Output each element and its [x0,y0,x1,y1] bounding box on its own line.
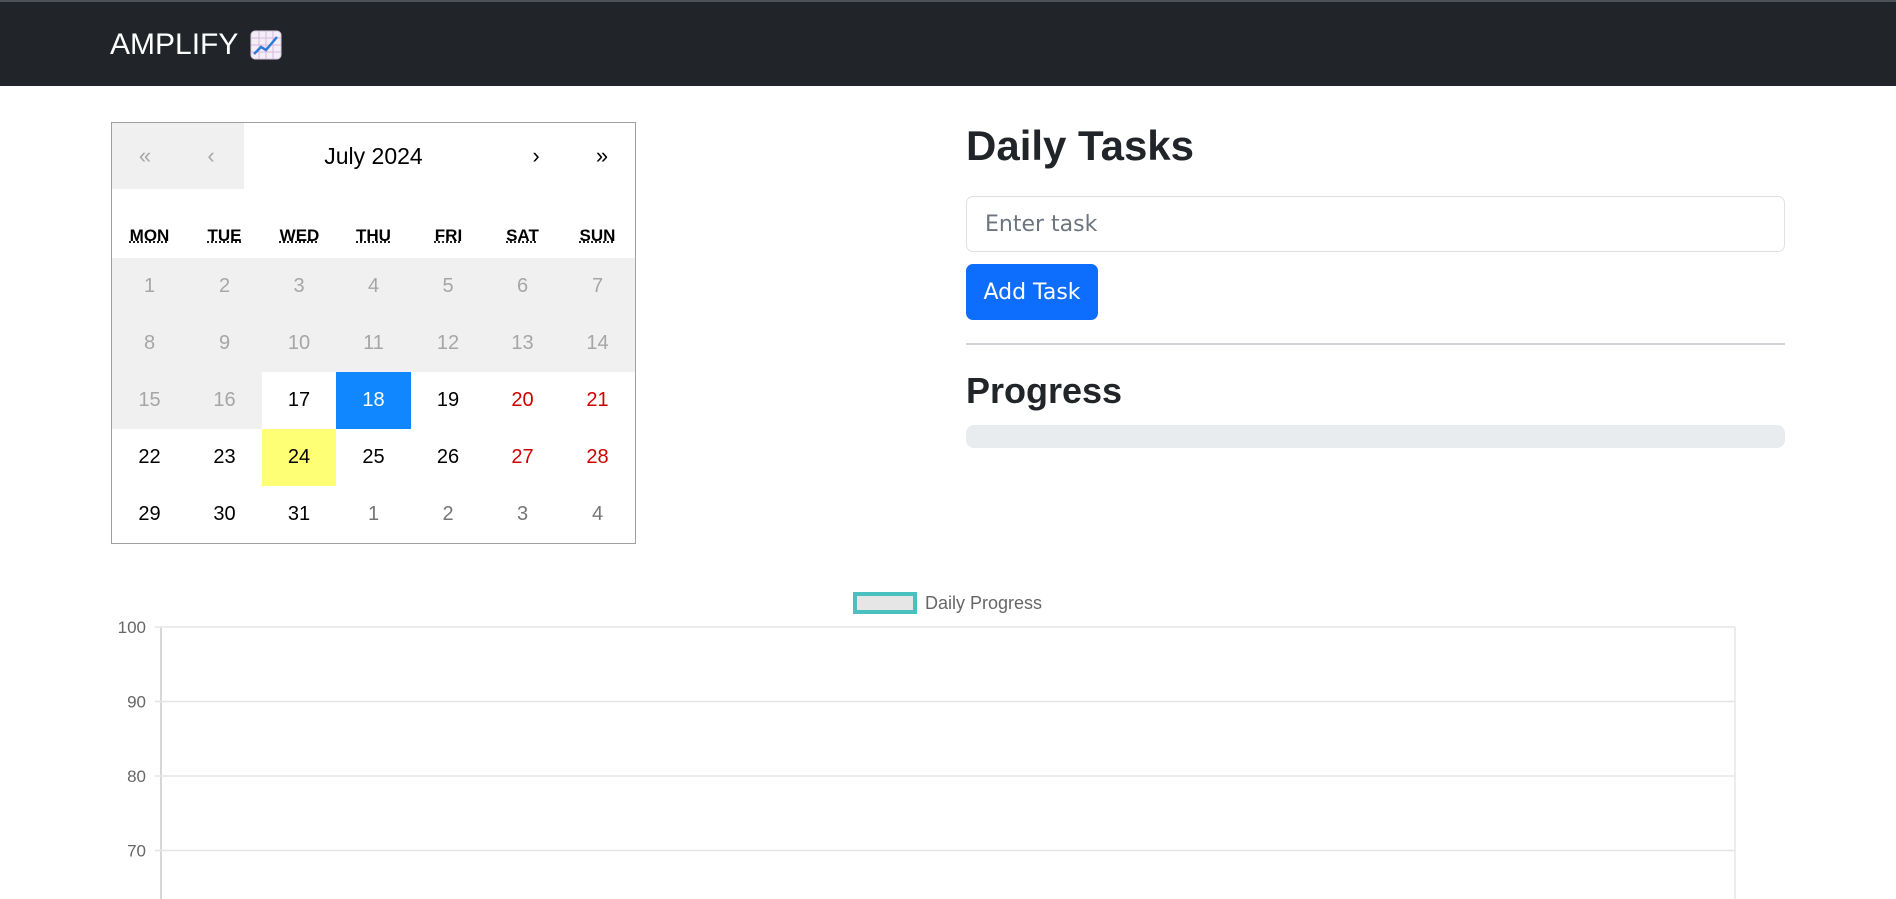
calendar-day[interactable]: 3 [485,486,560,543]
calendar-day[interactable]: 19 [411,372,485,429]
divider [966,343,1785,345]
calendar-day[interactable]: 22 [112,429,187,486]
calendar-navigation: « ‹ July 2024 › » [112,123,635,189]
weekday-sun: SUN [579,226,616,245]
calendar-day[interactable]: 13 [485,315,560,372]
calendar-day[interactable]: 29 [112,486,187,543]
chart-canvas: 100 90 80 70 [118,618,1736,899]
progress-title: Progress [966,370,1123,411]
chart-increasing-icon [250,30,282,60]
navbar: AMPLIFY [0,0,1896,86]
daily-tasks-title: Daily Tasks [966,122,1195,169]
calendar-day[interactable]: 5 [411,258,485,315]
calendar-day[interactable]: 16 [187,372,262,429]
calendar-day[interactable]: 18 [336,372,411,429]
calendar: « ‹ July 2024 › » MON TUE WED THU FRI SA… [111,122,636,544]
calendar-day[interactable]: 21 [560,372,635,429]
calendar-day[interactable]: 4 [336,258,411,315]
weekday-thu: THU [356,226,391,245]
weekday-mon: MON [129,226,170,245]
weekday-fri: FRI [434,226,463,245]
calendar-day[interactable]: 3 [262,258,336,315]
calendar-day[interactable]: 7 [560,258,635,315]
calendar-month-label[interactable]: July 2024 [244,123,503,189]
calendar-day[interactable]: 26 [411,429,485,486]
task-input[interactable] [966,196,1785,252]
add-task-button[interactable]: Add Task [966,264,1098,320]
brand[interactable]: AMPLIFY [110,28,282,62]
calendar-day[interactable]: 12 [411,315,485,372]
calendar-day[interactable]: 27 [485,429,560,486]
calendar-day[interactable]: 15 [112,372,187,429]
prev-year-button[interactable]: « [112,123,178,189]
calendar-day[interactable]: 11 [336,315,411,372]
calendar-day[interactable]: 2 [187,258,262,315]
calendar-day[interactable]: 1 [336,486,411,543]
calendar-day[interactable]: 4 [560,486,635,543]
y-tick-label: 100 [118,618,146,637]
calendar-day[interactable]: 8 [112,315,187,372]
prev-month-button[interactable]: ‹ [178,123,244,189]
calendar-day[interactable]: 31 [262,486,336,543]
calendar-day[interactable]: 1 [112,258,187,315]
calendar-day[interactable]: 2 [411,486,485,543]
calendar-day[interactable]: 6 [485,258,560,315]
y-tick-label: 80 [127,767,146,786]
daily-progress-chart: Daily Progress 100 90 80 70 [0,580,1896,899]
weekday-tue: TUE [207,226,242,245]
calendar-day[interactable]: 25 [336,429,411,486]
calendar-day[interactable]: 23 [187,429,262,486]
next-year-button[interactable]: » [569,123,635,189]
weekday-sat: SAT [506,226,539,245]
calendar-day[interactable]: 24 [262,429,336,486]
weekday-wed: WED [279,226,320,245]
calendar-day[interactable]: 14 [560,315,635,372]
y-tick-label: 70 [127,842,146,861]
calendar-day[interactable]: 10 [262,315,336,372]
calendar-day[interactable]: 20 [485,372,560,429]
calendar-day[interactable]: 9 [187,315,262,372]
calendar-day[interactable]: 30 [187,486,262,543]
y-tick-label: 90 [127,693,146,712]
calendar-day[interactable]: 17 [262,372,336,429]
next-month-button[interactable]: › [503,123,569,189]
progress-bar [966,425,1785,448]
calendar-day[interactable]: 28 [560,429,635,486]
brand-name: AMPLIFY [110,28,239,61]
